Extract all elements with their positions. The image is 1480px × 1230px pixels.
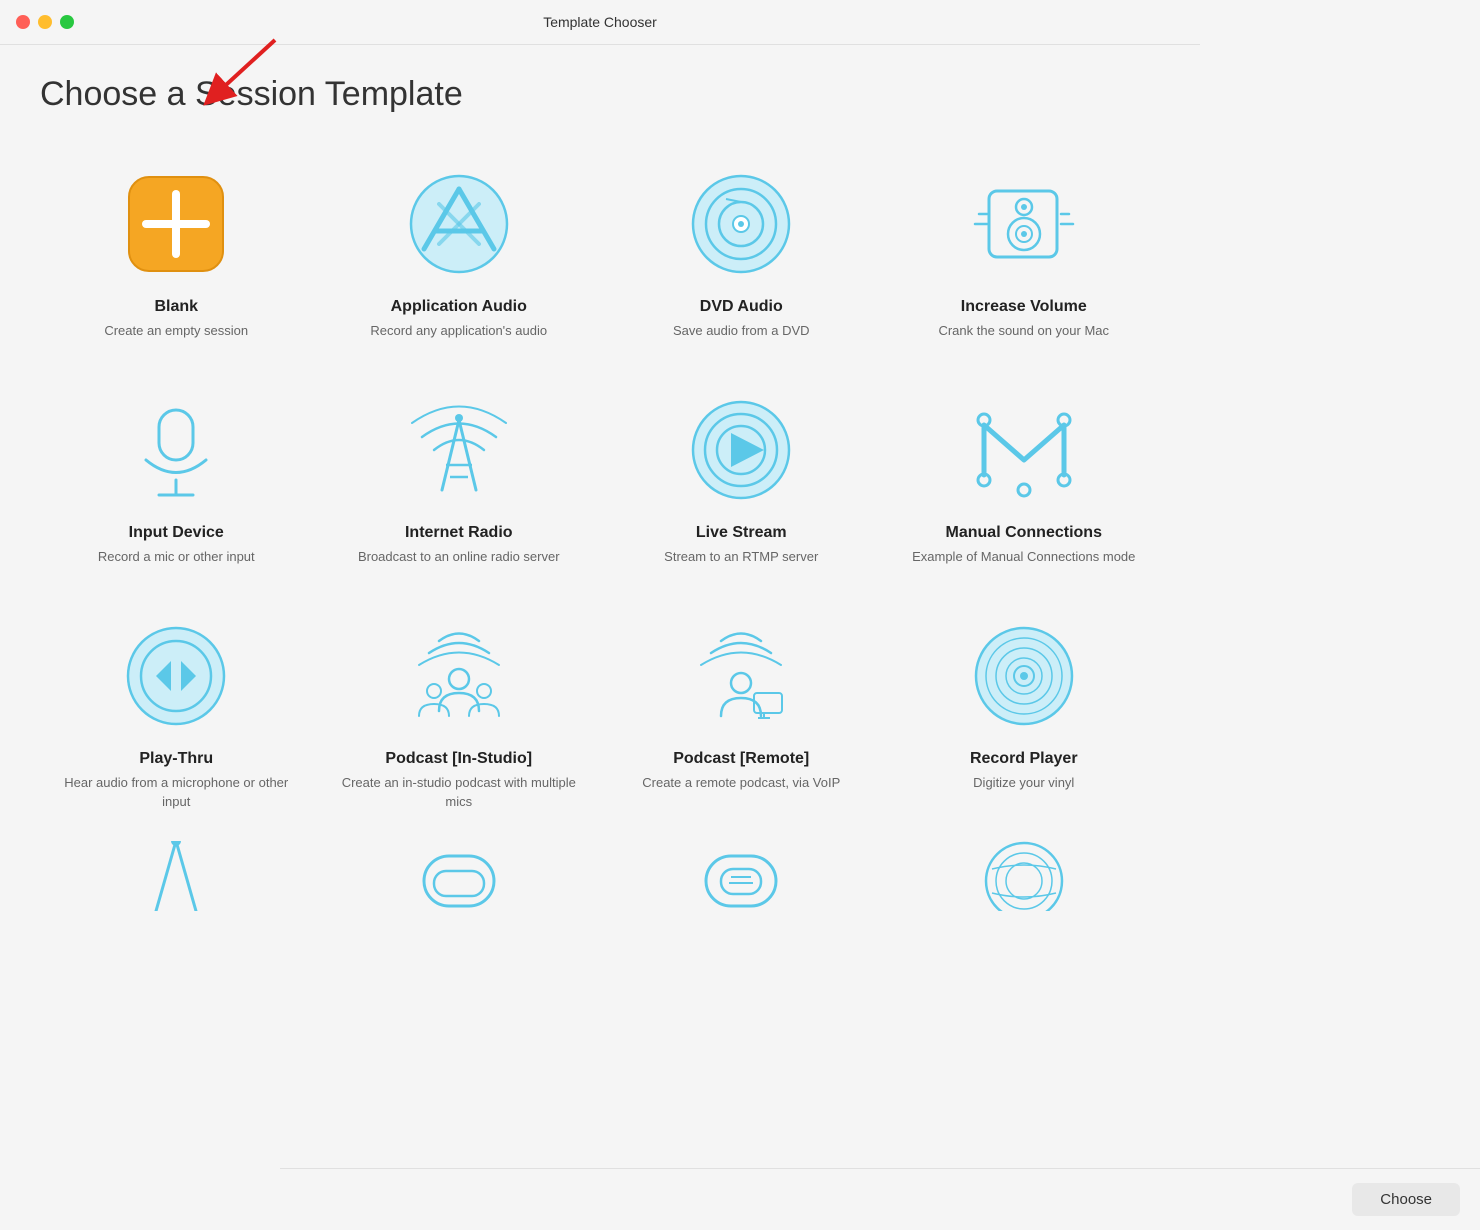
- template-item-manual-connections[interactable]: Manual Connections Example of Manual Con…: [888, 370, 1161, 586]
- template-desc-dvd: Save audio from a DVD: [673, 322, 810, 340]
- template-title-podcast-in-studio: Podcast [In-Studio]: [385, 750, 532, 768]
- template-title-live-stream: Live Stream: [696, 524, 787, 542]
- template-item-partial-2[interactable]: [323, 831, 596, 911]
- template-title-increase-volume: Increase Volume: [961, 298, 1087, 316]
- template-title-blank: Blank: [154, 298, 198, 316]
- template-item-partial-4[interactable]: [888, 831, 1161, 911]
- template-desc-live-stream: Stream to an RTMP server: [664, 548, 818, 566]
- template-title-internet-radio: Internet Radio: [405, 524, 513, 542]
- template-desc-manual-connections: Example of Manual Connections mode: [912, 548, 1135, 566]
- template-item-record-player[interactable]: Record Player Digitize your vinyl: [888, 596, 1161, 830]
- template-item-input-device[interactable]: Input Device Record a mic or other input: [40, 370, 313, 586]
- template-desc-play-thru: Hear audio from a microphone or other in…: [50, 774, 303, 810]
- choose-button[interactable]: Choose: [1352, 1183, 1460, 1216]
- template-title-record-player: Record Player: [970, 750, 1078, 768]
- template-title-dvd: DVD Audio: [700, 298, 783, 316]
- template-desc-podcast-remote: Create a remote podcast, via VoIP: [642, 774, 840, 792]
- bottom-bar: Choose: [280, 1168, 1480, 1230]
- template-title-play-thru: Play-Thru: [139, 750, 213, 768]
- template-item-live-stream[interactable]: Live Stream Stream to an RTMP server: [605, 370, 878, 586]
- template-item-partial-1[interactable]: [40, 831, 313, 911]
- template-item-increase-volume[interactable]: Increase Volume Crank the sound on your …: [888, 144, 1161, 360]
- template-item-play-thru[interactable]: Play-Thru Hear audio from a microphone o…: [40, 596, 313, 830]
- minimize-button[interactable]: [38, 15, 52, 29]
- template-item-dvd-audio[interactable]: DVD Audio Save audio from a DVD: [605, 144, 878, 360]
- template-item-podcast-in-studio[interactable]: Podcast [In-Studio] Create an in-studio …: [323, 596, 596, 830]
- page-heading: Choose a Session Template: [40, 75, 1160, 114]
- template-desc-record-player: Digitize your vinyl: [973, 774, 1074, 792]
- template-desc-app-audio: Record any application's audio: [370, 322, 547, 340]
- template-grid: Blank Create an empty session Applicatio…: [40, 144, 1160, 831]
- template-desc-blank: Create an empty session: [104, 322, 248, 340]
- template-title-input-device: Input Device: [129, 524, 224, 542]
- template-item-internet-radio[interactable]: Internet Radio Broadcast to an online ra…: [323, 370, 596, 586]
- template-title-app-audio: Application Audio: [391, 298, 527, 316]
- template-item-podcast-remote[interactable]: Podcast [Remote] Create a remote podcast…: [605, 596, 878, 830]
- template-item-application-audio[interactable]: Application Audio Record any application…: [323, 144, 596, 360]
- template-desc-podcast-in-studio: Create an in-studio podcast with multipl…: [333, 774, 586, 810]
- template-desc-input-device: Record a mic or other input: [98, 548, 255, 566]
- maximize-button[interactable]: [60, 15, 74, 29]
- window-title: Template Chooser: [543, 14, 657, 30]
- template-desc-increase-volume: Crank the sound on your Mac: [938, 322, 1109, 340]
- template-title-podcast-remote: Podcast [Remote]: [673, 750, 809, 768]
- template-item-partial-3[interactable]: [605, 831, 878, 911]
- template-title-manual-connections: Manual Connections: [946, 524, 1102, 542]
- title-bar: Template Chooser: [0, 0, 1200, 45]
- template-item-blank[interactable]: Blank Create an empty session: [40, 144, 313, 360]
- window-controls: [16, 15, 74, 29]
- template-desc-internet-radio: Broadcast to an online radio server: [358, 548, 560, 566]
- close-button[interactable]: [16, 15, 30, 29]
